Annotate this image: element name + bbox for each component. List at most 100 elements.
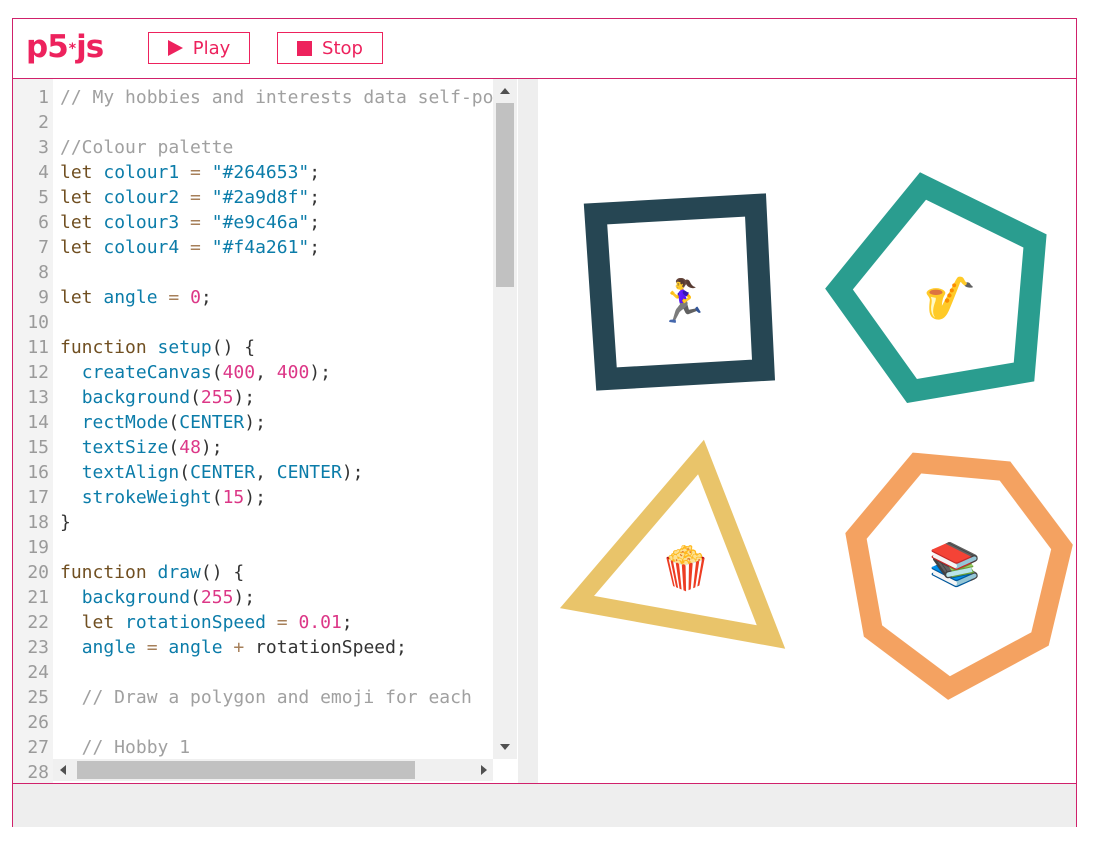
code-line[interactable]: 22 let rotationSpeed = 0.01; — [13, 610, 493, 635]
code-token: ; — [341, 612, 353, 633]
line-number: 3 — [38, 137, 49, 158]
line-source[interactable]: function setup() { — [60, 335, 493, 360]
code-token: textSize — [81, 437, 169, 458]
code-token: "#2a9d8f" — [211, 187, 310, 208]
line-source[interactable]: background(255); — [60, 385, 493, 410]
code-line[interactable]: 13 background(255); — [13, 385, 493, 410]
play-icon — [167, 40, 183, 56]
code-line[interactable]: 9 let angle = 0; — [13, 285, 493, 310]
code-line[interactable]: 5 let colour2 = "#2a9d8f"; — [13, 185, 493, 210]
code-line[interactable]: 21 background(255); — [13, 585, 493, 610]
code-line[interactable]: 7 let colour4 = "#f4a261"; — [13, 235, 493, 260]
line-source[interactable]: let angle = 0; — [60, 285, 493, 310]
code-token: strokeWeight — [81, 487, 212, 508]
code-line[interactable]: 12 createCanvas(400, 400); — [13, 360, 493, 385]
code-token: 48 — [179, 437, 201, 458]
play-label: Play — [192, 37, 231, 59]
vertical-scroll-thumb[interactable] — [496, 103, 514, 287]
code-line[interactable]: 25 // Draw a polygon and emoji for each — [13, 685, 493, 710]
sketch-canvas[interactable]: 🏃‍♀️ 🎷 🍿 📚 — [538, 79, 1076, 783]
code-token: ); — [233, 387, 256, 408]
code-token: //Colour palette — [60, 137, 234, 158]
code-line[interactable]: 1 // My hobbies and interests data self-p… — [13, 85, 493, 110]
code-token: ; — [309, 162, 321, 183]
code-token: ( — [168, 412, 180, 433]
code-line[interactable]: 6 let colour3 = "#e9c46a"; — [13, 210, 493, 235]
code-editor[interactable]: 1 // My hobbies and interests data self-p… — [13, 79, 518, 783]
code-line[interactable]: 24 — [13, 660, 493, 685]
line-source[interactable]: let colour1 = "#264653"; — [60, 160, 493, 185]
line-number: 12 — [27, 362, 49, 383]
code-token: = — [265, 612, 299, 633]
code-line[interactable]: 27 // Hobby 1 — [13, 735, 493, 760]
code-token: "#264653" — [211, 162, 310, 183]
code-token: ( — [190, 387, 201, 408]
line-source[interactable]: } — [60, 510, 493, 535]
line-number: 4 — [38, 162, 49, 183]
code-line[interactable]: 2 — [13, 110, 493, 135]
line-source[interactable]: let rotationSpeed = 0.01; — [60, 610, 493, 635]
code-line[interactable]: 15 textSize(48); — [13, 435, 493, 460]
scroll-down-icon[interactable] — [500, 744, 510, 750]
code-token: createCanvas — [81, 362, 212, 383]
code-token: "#f4a261" — [211, 237, 310, 258]
line-source[interactable]: let colour2 = "#2a9d8f"; — [60, 185, 493, 210]
line-source[interactable]: background(255); — [60, 585, 493, 610]
line-source[interactable]: strokeWeight(15); — [60, 485, 493, 510]
code-token: ); — [233, 587, 256, 608]
code-token: 0.01 — [298, 612, 342, 633]
line-source[interactable]: rectMode(CENTER); — [60, 410, 493, 435]
code-token: angle — [103, 287, 158, 308]
vertical-scrollbar[interactable] — [493, 79, 517, 759]
code-line[interactable]: 16 textAlign(CENTER, CENTER); — [13, 460, 493, 485]
code-token: 400 — [222, 362, 256, 383]
pane-divider[interactable] — [518, 79, 538, 783]
code-token: ( — [168, 437, 180, 458]
code-token: , — [255, 362, 277, 383]
code-line[interactable]: 18} — [13, 510, 493, 535]
scroll-up-icon[interactable] — [500, 88, 510, 94]
stop-button[interactable]: Stop — [277, 32, 383, 64]
code-line[interactable]: 11 function setup() { — [13, 335, 493, 360]
line-source[interactable]: let colour3 = "#e9c46a"; — [60, 210, 493, 235]
code-token: CENTER — [276, 462, 342, 483]
horizontal-scroll-thumb[interactable] — [77, 761, 415, 779]
horizontal-scrollbar[interactable] — [53, 759, 493, 781]
code-token: let — [60, 612, 126, 633]
line-source[interactable]: // Hobby 1 — [60, 735, 493, 760]
code-token: 255 — [200, 587, 234, 608]
code-line[interactable]: 20 function draw() { — [13, 560, 493, 585]
line-source[interactable]: // Draw a polygon and emoji for each — [60, 685, 493, 710]
line-source[interactable]: textAlign(CENTER, CENTER); — [60, 460, 493, 485]
code-line[interactable]: 10 — [13, 310, 493, 335]
code-content[interactable]: 1 // My hobbies and interests data self-p… — [13, 85, 493, 783]
line-source[interactable]: angle = angle + rotationSpeed; — [60, 635, 493, 660]
line-source[interactable]: textSize(48); — [60, 435, 493, 460]
code-token: let — [60, 212, 104, 233]
scroll-right-icon[interactable] — [481, 765, 487, 775]
code-token: rotationSpeed; — [255, 637, 407, 658]
line-source[interactable]: //Colour palette — [60, 135, 493, 160]
play-button[interactable]: Play — [148, 32, 250, 64]
line-number: 13 — [27, 387, 49, 408]
line-number: 6 — [38, 212, 49, 233]
line-source[interactable]: createCanvas(400, 400); — [60, 360, 493, 385]
code-line[interactable]: 3 //Colour palette — [13, 135, 493, 160]
line-source[interactable]: function draw() { — [60, 560, 493, 585]
code-token: background — [81, 387, 191, 408]
code-token: = — [179, 237, 212, 258]
logo-star: * — [68, 40, 76, 57]
p5-editor-window: p5*js Play Stop 1 // My hobbies and inter… — [12, 18, 1077, 827]
code-line[interactable]: 4 let colour1 = "#264653"; — [13, 160, 493, 185]
code-line[interactable]: 19 — [13, 535, 493, 560]
code-line[interactable]: 26 — [13, 710, 493, 735]
code-line[interactable]: 23 angle = angle + rotationSpeed; — [13, 635, 493, 660]
line-source[interactable]: let colour4 = "#f4a261"; — [60, 235, 493, 260]
code-line[interactable]: 8 — [13, 260, 493, 285]
code-line[interactable]: 14 rectMode(CENTER); — [13, 410, 493, 435]
code-line[interactable]: 17 strokeWeight(15); — [13, 485, 493, 510]
code-token: 255 — [200, 387, 234, 408]
scroll-left-icon[interactable] — [60, 765, 66, 775]
line-source[interactable]: // My hobbies and interests data self-po… — [60, 85, 493, 110]
